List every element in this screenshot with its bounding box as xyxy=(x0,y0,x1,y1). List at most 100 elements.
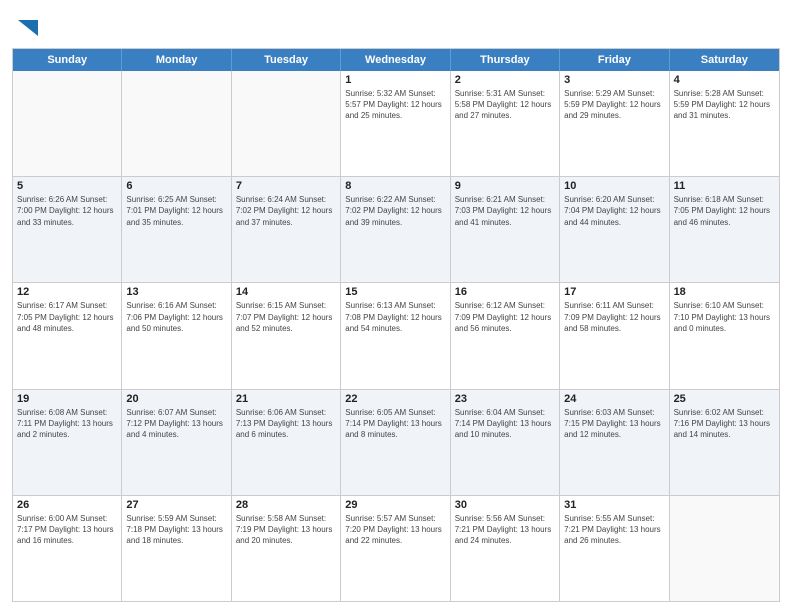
day-info: Sunrise: 6:25 AM Sunset: 7:01 PM Dayligh… xyxy=(126,194,226,228)
day-cell: 15 Sunrise: 6:13 AM Sunset: 7:08 PM Dayli… xyxy=(341,283,450,388)
calendar: SundayMondayTuesdayWednesdayThursdayFrid… xyxy=(12,48,780,602)
day-cell: 3 Sunrise: 5:29 AM Sunset: 5:59 PM Daylig… xyxy=(560,71,669,176)
day-cell xyxy=(13,71,122,176)
day-info: Sunrise: 6:16 AM Sunset: 7:06 PM Dayligh… xyxy=(126,300,226,334)
day-info: Sunrise: 6:20 AM Sunset: 7:04 PM Dayligh… xyxy=(564,194,664,228)
day-cell: 2 Sunrise: 5:31 AM Sunset: 5:58 PM Daylig… xyxy=(451,71,560,176)
day-header-thursday: Thursday xyxy=(451,49,560,71)
day-info: Sunrise: 5:58 AM Sunset: 7:19 PM Dayligh… xyxy=(236,513,336,547)
day-header-wednesday: Wednesday xyxy=(341,49,450,71)
day-info: Sunrise: 6:26 AM Sunset: 7:00 PM Dayligh… xyxy=(17,194,117,228)
day-cell: 25Sunrise: 6:02 AM Sunset: 7:16 PM Dayli… xyxy=(670,390,779,495)
day-info: Sunrise: 6:00 AM Sunset: 7:17 PM Dayligh… xyxy=(17,513,117,547)
day-number: 13 xyxy=(126,286,226,298)
day-number: 8 xyxy=(345,180,445,192)
week-row: 19Sunrise: 6:08 AM Sunset: 7:11 PM Dayli… xyxy=(13,390,779,496)
day-cell: 5 Sunrise: 6:26 AM Sunset: 7:00 PM Daylig… xyxy=(13,177,122,282)
week-row: 1Sunrise: 5:32 AM Sunset: 5:57 PM Daylig… xyxy=(13,71,779,177)
day-cell: 24 Sunrise: 6:03 AM Sunset: 7:15 PM Dayli… xyxy=(560,390,669,495)
day-info: Sunrise: 6:24 AM Sunset: 7:02 PM Dayligh… xyxy=(236,194,336,228)
day-number: 30 xyxy=(455,499,555,511)
logo-icon xyxy=(14,14,42,42)
day-cell: 1Sunrise: 5:32 AM Sunset: 5:57 PM Daylig… xyxy=(341,71,450,176)
day-cell: 27 Sunrise: 5:59 AM Sunset: 7:18 PM Dayli… xyxy=(122,496,231,601)
day-info: Sunrise: 6:05 AM Sunset: 7:14 PM Dayligh… xyxy=(345,407,445,441)
day-header-sunday: Sunday xyxy=(13,49,122,71)
day-number: 3 xyxy=(564,74,664,86)
day-number: 23 xyxy=(455,393,555,405)
day-info: Sunrise: 5:29 AM Sunset: 5:59 PM Dayligh… xyxy=(564,88,664,122)
day-info: Sunrise: 5:55 AM Sunset: 7:21 PM Dayligh… xyxy=(564,513,664,547)
day-cell: 22 Sunrise: 6:05 AM Sunset: 7:14 PM Dayli… xyxy=(341,390,450,495)
day-cell: 31 Sunrise: 5:55 AM Sunset: 7:21 PM Dayli… xyxy=(560,496,669,601)
day-header-saturday: Saturday xyxy=(670,49,779,71)
day-number: 31 xyxy=(564,499,664,511)
day-cell xyxy=(122,71,231,176)
day-number: 2 xyxy=(455,74,555,86)
day-info: Sunrise: 5:59 AM Sunset: 7:18 PM Dayligh… xyxy=(126,513,226,547)
day-number: 10 xyxy=(564,180,664,192)
day-number: 20 xyxy=(126,393,226,405)
day-cell: 6 Sunrise: 6:25 AM Sunset: 7:01 PM Daylig… xyxy=(122,177,231,282)
day-info: Sunrise: 6:10 AM Sunset: 7:10 PM Dayligh… xyxy=(674,300,775,334)
day-cell: 20 Sunrise: 6:07 AM Sunset: 7:12 PM Dayli… xyxy=(122,390,231,495)
page: SundayMondayTuesdayWednesdayThursdayFrid… xyxy=(0,0,792,612)
day-header-friday: Friday xyxy=(560,49,669,71)
day-info: Sunrise: 5:31 AM Sunset: 5:58 PM Dayligh… xyxy=(455,88,555,122)
day-number: 4 xyxy=(674,74,775,86)
day-cell: 29Sunrise: 5:57 AM Sunset: 7:20 PM Dayli… xyxy=(341,496,450,601)
day-number: 27 xyxy=(126,499,226,511)
day-number: 24 xyxy=(564,393,664,405)
day-info: Sunrise: 6:12 AM Sunset: 7:09 PM Dayligh… xyxy=(455,300,555,334)
day-cell: 8 Sunrise: 6:22 AM Sunset: 7:02 PM Daylig… xyxy=(341,177,450,282)
week-row: 26 Sunrise: 6:00 AM Sunset: 7:17 PM Dayli… xyxy=(13,496,779,601)
day-info: Sunrise: 6:02 AM Sunset: 7:16 PM Dayligh… xyxy=(674,407,775,441)
day-cell: 18Sunrise: 6:10 AM Sunset: 7:10 PM Dayli… xyxy=(670,283,779,388)
day-info: Sunrise: 6:11 AM Sunset: 7:09 PM Dayligh… xyxy=(564,300,664,334)
day-headers: SundayMondayTuesdayWednesdayThursdayFrid… xyxy=(13,49,779,71)
day-info: Sunrise: 6:07 AM Sunset: 7:12 PM Dayligh… xyxy=(126,407,226,441)
day-cell: 10 Sunrise: 6:20 AM Sunset: 7:04 PM Dayli… xyxy=(560,177,669,282)
day-cell: 30 Sunrise: 5:56 AM Sunset: 7:21 PM Dayli… xyxy=(451,496,560,601)
day-info: Sunrise: 6:17 AM Sunset: 7:05 PM Dayligh… xyxy=(17,300,117,334)
day-number: 11 xyxy=(674,180,775,192)
day-info: Sunrise: 6:13 AM Sunset: 7:08 PM Dayligh… xyxy=(345,300,445,334)
day-info: Sunrise: 6:15 AM Sunset: 7:07 PM Dayligh… xyxy=(236,300,336,334)
day-number: 15 xyxy=(345,286,445,298)
day-cell: 17 Sunrise: 6:11 AM Sunset: 7:09 PM Dayli… xyxy=(560,283,669,388)
day-number: 17 xyxy=(564,286,664,298)
day-number: 26 xyxy=(17,499,117,511)
day-cell: 14 Sunrise: 6:15 AM Sunset: 7:07 PM Dayli… xyxy=(232,283,341,388)
calendar-body: 1Sunrise: 5:32 AM Sunset: 5:57 PM Daylig… xyxy=(13,71,779,601)
day-number: 28 xyxy=(236,499,336,511)
day-number: 14 xyxy=(236,286,336,298)
day-info: Sunrise: 6:04 AM Sunset: 7:14 PM Dayligh… xyxy=(455,407,555,441)
day-info: Sunrise: 6:03 AM Sunset: 7:15 PM Dayligh… xyxy=(564,407,664,441)
day-cell: 4Sunrise: 5:28 AM Sunset: 5:59 PM Daylig… xyxy=(670,71,779,176)
day-cell: 23 Sunrise: 6:04 AM Sunset: 7:14 PM Dayli… xyxy=(451,390,560,495)
day-number: 19 xyxy=(17,393,117,405)
day-number: 6 xyxy=(126,180,226,192)
day-number: 16 xyxy=(455,286,555,298)
day-header-tuesday: Tuesday xyxy=(232,49,341,71)
day-number: 22 xyxy=(345,393,445,405)
day-number: 5 xyxy=(17,180,117,192)
day-header-monday: Monday xyxy=(122,49,231,71)
day-info: Sunrise: 6:18 AM Sunset: 7:05 PM Dayligh… xyxy=(674,194,775,228)
day-number: 9 xyxy=(455,180,555,192)
day-cell: 19Sunrise: 6:08 AM Sunset: 7:11 PM Dayli… xyxy=(13,390,122,495)
day-cell xyxy=(232,71,341,176)
day-info: Sunrise: 5:56 AM Sunset: 7:21 PM Dayligh… xyxy=(455,513,555,547)
day-info: Sunrise: 5:57 AM Sunset: 7:20 PM Dayligh… xyxy=(345,513,445,547)
day-cell: 13 Sunrise: 6:16 AM Sunset: 7:06 PM Dayli… xyxy=(122,283,231,388)
day-cell: 28 Sunrise: 5:58 AM Sunset: 7:19 PM Dayli… xyxy=(232,496,341,601)
day-cell: 12Sunrise: 6:17 AM Sunset: 7:05 PM Dayli… xyxy=(13,283,122,388)
day-cell: 9Sunrise: 6:21 AM Sunset: 7:03 PM Daylig… xyxy=(451,177,560,282)
day-info: Sunrise: 6:22 AM Sunset: 7:02 PM Dayligh… xyxy=(345,194,445,228)
day-cell: 11 Sunrise: 6:18 AM Sunset: 7:05 PM Dayli… xyxy=(670,177,779,282)
day-number: 7 xyxy=(236,180,336,192)
day-cell: 21Sunrise: 6:06 AM Sunset: 7:13 PM Dayli… xyxy=(232,390,341,495)
week-row: 5 Sunrise: 6:26 AM Sunset: 7:00 PM Daylig… xyxy=(13,177,779,283)
week-row: 12Sunrise: 6:17 AM Sunset: 7:05 PM Dayli… xyxy=(13,283,779,389)
day-info: Sunrise: 5:32 AM Sunset: 5:57 PM Dayligh… xyxy=(345,88,445,122)
